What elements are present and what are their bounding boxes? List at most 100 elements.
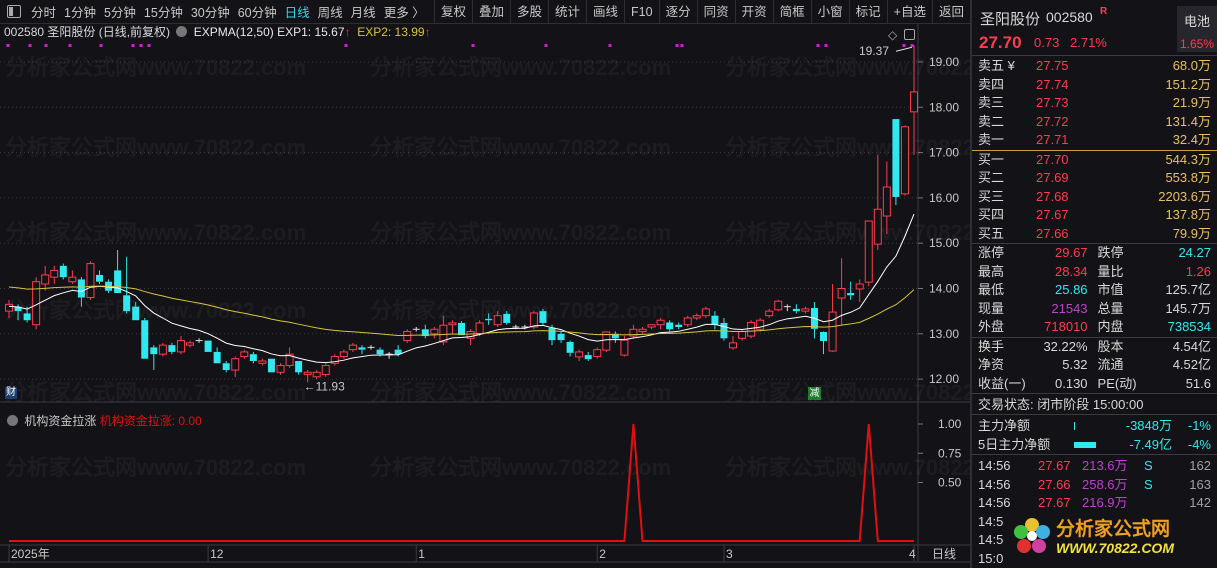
candle[interactable] bbox=[629, 324, 638, 339]
candle[interactable] bbox=[430, 327, 439, 339]
candle[interactable] bbox=[285, 347, 294, 368]
order-row[interactable]: 买四 27.67 137.8万 bbox=[972, 206, 1217, 225]
candle[interactable] bbox=[86, 261, 95, 300]
candle[interactable] bbox=[367, 345, 375, 350]
order-volume: 79.9万 bbox=[1172, 225, 1211, 241]
candle[interactable] bbox=[267, 358, 275, 373]
watermark-text: 分析家公式网www.70822.com bbox=[370, 220, 671, 245]
order-row[interactable]: 买三 27.68 2203.6万 bbox=[972, 188, 1217, 207]
candle[interactable] bbox=[864, 220, 873, 287]
candle[interactable] bbox=[855, 279, 864, 303]
candle[interactable] bbox=[276, 363, 285, 375]
candle[interactable] bbox=[801, 306, 810, 314]
candle[interactable] bbox=[41, 265, 50, 291]
candle[interactable] bbox=[720, 317, 728, 341]
candle[interactable] bbox=[729, 336, 737, 350]
candle[interactable] bbox=[186, 340, 194, 348]
candle[interactable] bbox=[783, 304, 791, 312]
tick-volume: 213.6万 bbox=[1082, 458, 1128, 473]
candle[interactable] bbox=[150, 345, 158, 371]
candle[interactable] bbox=[873, 154, 882, 250]
tick-time: 14:56 bbox=[978, 458, 1011, 473]
order-row[interactable]: 卖五 ¥ 27.75 68.0万 bbox=[972, 57, 1217, 76]
candle[interactable] bbox=[96, 270, 103, 284]
watermark-text: 分析家公式网www.70822.com bbox=[5, 55, 306, 80]
candle[interactable] bbox=[747, 320, 756, 339]
candle[interactable] bbox=[330, 354, 339, 366]
candle[interactable] bbox=[358, 345, 366, 355]
candle[interactable] bbox=[312, 370, 321, 380]
main-force-pct: -4% bbox=[1187, 436, 1211, 452]
candle[interactable] bbox=[701, 306, 710, 318]
candle[interactable] bbox=[403, 329, 412, 343]
candle[interactable] bbox=[647, 324, 656, 330]
order-row[interactable]: 卖二 27.72 131.4万 bbox=[972, 113, 1217, 132]
kline-chart[interactable]: 19.0018.0017.0016.0015.0014.0013.0012.00… bbox=[0, 0, 970, 568]
candle[interactable] bbox=[59, 263, 67, 280]
order-volume: 32.4万 bbox=[1172, 132, 1211, 147]
candle[interactable] bbox=[141, 317, 149, 359]
order-row[interactable]: 买一 27.70 544.3万 bbox=[972, 151, 1217, 170]
candle[interactable] bbox=[539, 308, 547, 325]
candle[interactable] bbox=[258, 358, 267, 366]
order-row[interactable]: 买二 27.69 553.8万 bbox=[972, 169, 1217, 188]
candle[interactable] bbox=[566, 340, 574, 357]
candle[interactable] bbox=[348, 342, 357, 352]
candle[interactable] bbox=[611, 331, 619, 343]
order-row[interactable]: 卖一 27.71 32.4万 bbox=[972, 131, 1217, 150]
candle[interactable] bbox=[675, 322, 683, 330]
order-level: 卖二 bbox=[978, 113, 1005, 129]
x-tick-label: 1 bbox=[418, 547, 425, 561]
candle[interactable] bbox=[810, 302, 818, 339]
watermark-logo-text: 分析家公式网 bbox=[1056, 519, 1171, 540]
candle[interactable] bbox=[158, 342, 167, 357]
candle[interactable] bbox=[584, 351, 592, 361]
flower-logo-icon bbox=[1014, 518, 1050, 553]
candle[interactable] bbox=[774, 299, 783, 312]
candle[interactable] bbox=[792, 304, 800, 314]
watermark-text: 分析家公式网www.70822.com bbox=[5, 220, 306, 245]
candle[interactable] bbox=[321, 363, 330, 377]
order-row[interactable]: 买五 27.66 79.9万 bbox=[972, 225, 1217, 244]
candle[interactable] bbox=[412, 327, 420, 332]
candle[interactable] bbox=[847, 281, 855, 300]
stat-value: 29.67 bbox=[1055, 245, 1088, 260]
candle[interactable] bbox=[50, 265, 59, 284]
candle[interactable] bbox=[222, 360, 230, 373]
signal-dot bbox=[824, 44, 828, 47]
candle[interactable] bbox=[195, 338, 203, 343]
signal-dot bbox=[139, 44, 143, 47]
main-force-label: 主力净额 bbox=[978, 418, 1031, 433]
signal-dot bbox=[471, 44, 475, 47]
candle[interactable] bbox=[168, 342, 176, 355]
candle[interactable] bbox=[249, 351, 257, 364]
candle[interactable] bbox=[339, 349, 348, 359]
candle[interactable] bbox=[231, 356, 240, 377]
candle[interactable] bbox=[828, 283, 837, 352]
candle[interactable] bbox=[765, 308, 774, 318]
candle[interactable] bbox=[820, 331, 827, 355]
candle[interactable] bbox=[68, 270, 77, 284]
candle[interactable] bbox=[593, 347, 602, 359]
order-price: 27.74 bbox=[1036, 76, 1069, 92]
candle[interactable] bbox=[683, 315, 692, 328]
candle[interactable] bbox=[295, 360, 303, 375]
candle[interactable] bbox=[240, 349, 249, 359]
candle[interactable] bbox=[711, 311, 719, 330]
candle[interactable] bbox=[638, 327, 647, 334]
candle[interactable] bbox=[213, 347, 221, 364]
candle[interactable] bbox=[900, 125, 909, 196]
order-row[interactable]: 卖四 27.74 151.2万 bbox=[972, 76, 1217, 95]
candle[interactable] bbox=[176, 336, 185, 355]
candle[interactable] bbox=[458, 321, 465, 336]
candle[interactable] bbox=[123, 256, 131, 314]
candle[interactable] bbox=[756, 317, 765, 332]
order-row[interactable]: 卖三 27.73 21.9万 bbox=[972, 94, 1217, 113]
candle[interactable] bbox=[892, 119, 900, 206]
candle[interactable] bbox=[575, 349, 584, 361]
candle[interactable] bbox=[204, 340, 212, 352]
order-volume: 151.2万 bbox=[1165, 76, 1211, 92]
candle[interactable] bbox=[421, 324, 429, 339]
candle[interactable] bbox=[557, 331, 565, 343]
candle[interactable] bbox=[692, 313, 701, 321]
